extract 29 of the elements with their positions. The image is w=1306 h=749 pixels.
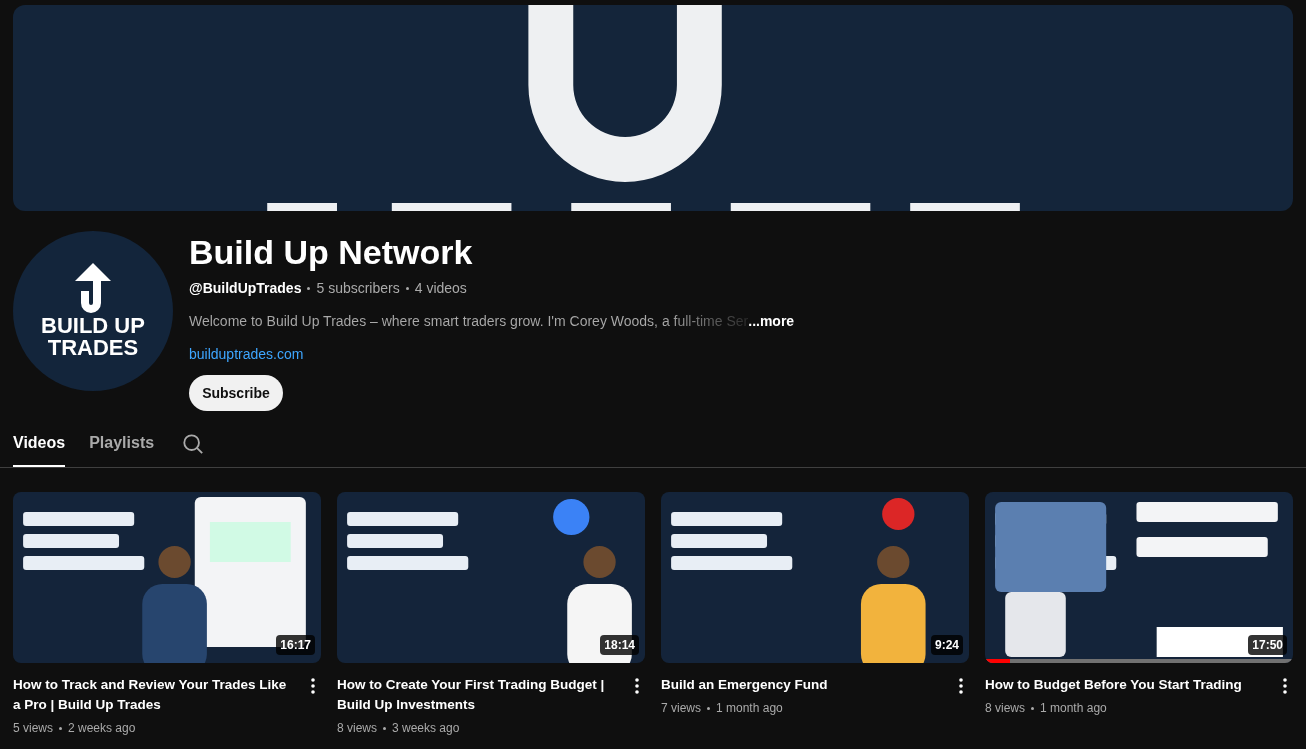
duration-badge: 16:17 bbox=[276, 635, 315, 655]
duration-badge: 9:24 bbox=[930, 635, 963, 655]
view-count: 8 views bbox=[337, 720, 377, 737]
duration-badge: 17:50 bbox=[1248, 635, 1287, 655]
upload-age: 2 weeks ago bbox=[68, 720, 136, 737]
arrow-up-icon bbox=[73, 263, 113, 315]
video-title[interactable]: How to Budget Before You Start Trading bbox=[985, 675, 1269, 695]
logo-text: BUILD UP bbox=[41, 315, 145, 337]
tab[interactable]: Videos bbox=[13, 431, 66, 467]
view-count: 7 views bbox=[661, 700, 701, 717]
upload-age: 1 month ago bbox=[1040, 700, 1107, 717]
website-link[interactable]: builduptrades.com bbox=[189, 344, 795, 365]
subscribe-button[interactable]: Subscribe bbox=[189, 375, 283, 411]
tab[interactable]: Playlists bbox=[89, 431, 155, 467]
video-title[interactable]: Build an Emergency Fund bbox=[661, 675, 945, 695]
video-title[interactable]: How to Track and Review Your Trades Like a Pro | Build Up Trades bbox=[13, 675, 297, 715]
channel-handle: @BuildUpTrades bbox=[189, 279, 302, 298]
subscriber-count: 5 subscribers bbox=[316, 279, 400, 298]
upload-age: 3 weeks ago bbox=[392, 720, 460, 737]
duration-badge: 18:14 bbox=[600, 635, 639, 655]
logo-text: TRADES bbox=[47, 337, 139, 359]
video-title[interactable]: How to Create Your First Trading Budget | Build Up Investments bbox=[337, 675, 621, 715]
video-count: 4 videos bbox=[414, 279, 467, 298]
upload-age: 1 month ago bbox=[716, 700, 783, 717]
view-count: 8 views bbox=[985, 700, 1025, 717]
channel-name: Build Up Network bbox=[189, 232, 474, 272]
search-icon[interactable] bbox=[182, 433, 205, 455]
view-count: 5 views bbox=[13, 720, 53, 737]
more-link[interactable]: ...more bbox=[748, 311, 795, 332]
